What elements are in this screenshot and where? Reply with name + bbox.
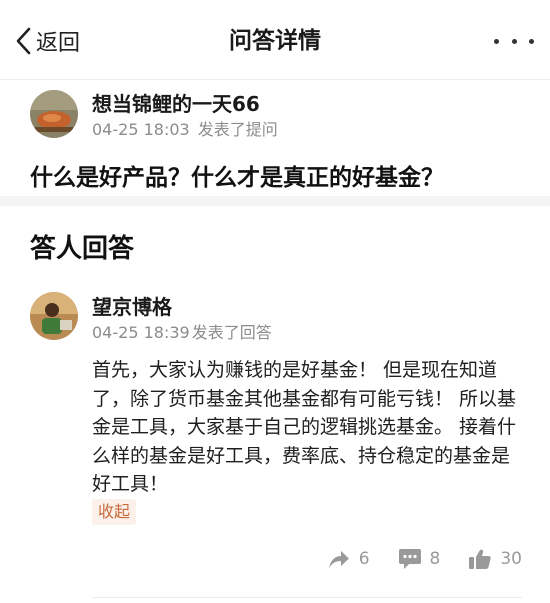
answer-actions: 6 8 30 <box>299 544 522 574</box>
nav-bar: 返回 问答详情 <box>0 0 550 80</box>
page-title: 问答详情 <box>229 28 321 54</box>
answer-meta: 04-25 18:39 发表了回答 <box>92 319 272 343</box>
comment-count: 8 <box>429 549 441 569</box>
collapse-button[interactable]: 收起 <box>92 499 137 525</box>
answers-section-title: 答人回答 <box>30 234 135 264</box>
like-button[interactable]: 30 <box>468 548 522 570</box>
thumbs-up-icon <box>468 548 492 570</box>
share-button[interactable]: 6 <box>327 548 370 570</box>
section-divider <box>0 196 550 206</box>
like-count: 30 <box>500 549 522 569</box>
asker-avatar[interactable] <box>30 90 78 138</box>
comment-button[interactable]: 8 <box>398 548 441 570</box>
question-meta: 04-25 18:03 发表了提问 <box>92 116 278 140</box>
answer-timestamp: 04-25 18:39 <box>92 323 190 342</box>
answerer-name[interactable]: 望京博格 <box>92 291 172 320</box>
asker-name[interactable]: 想当锦鲤的一天66 <box>92 88 260 117</box>
answer-action-text: 发表了回答 <box>191 323 272 342</box>
more-dots-icon[interactable] <box>494 30 534 52</box>
answerer-avatar[interactable] <box>30 292 78 340</box>
answer-body: 首先，大家认为赚钱的是好基金！ 但是现在知道了，除了货币基金其他基金都有可能亏钱… <box>92 359 517 495</box>
question-action-text: 发表了提问 <box>197 120 278 139</box>
comment-bubble-icon <box>398 548 422 570</box>
share-arrow-icon <box>327 548 351 570</box>
share-count: 6 <box>358 549 370 569</box>
question-text: 什么是好产品？什么才是真正的好基金？ <box>30 165 444 191</box>
question-timestamp: 04-25 18:03 <box>92 120 190 139</box>
answer-divider <box>92 597 522 598</box>
